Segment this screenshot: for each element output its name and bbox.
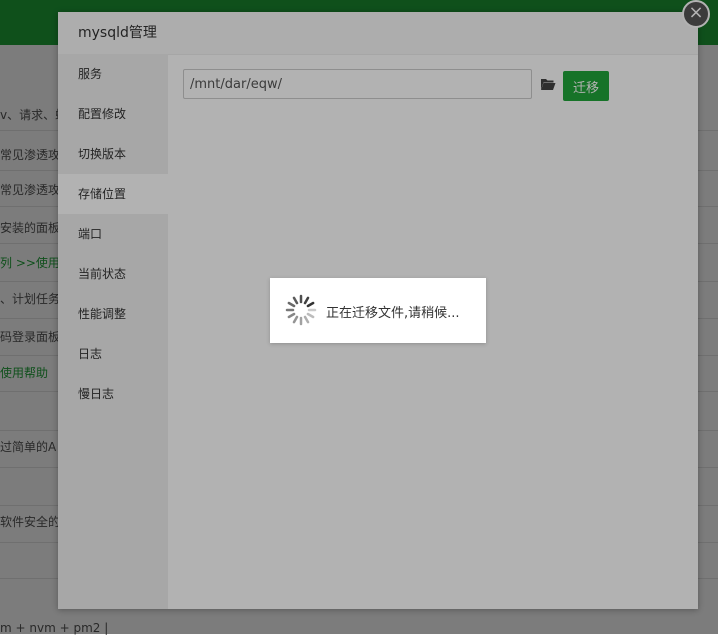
spinner-segment [287, 301, 296, 308]
spinner-segment [306, 301, 315, 308]
loading-dialog: 正在迁移文件,请稍候... [270, 278, 486, 343]
spinner-segment [303, 296, 310, 305]
spinner-segment [292, 315, 299, 324]
spinner-segment [303, 315, 310, 324]
loading-message: 正在迁移文件,请稍候... [326, 306, 460, 321]
spinner-segment [287, 312, 296, 319]
spinner-segment [292, 296, 299, 305]
spinner-segment [306, 312, 315, 319]
loading-spinner-icon [285, 294, 317, 326]
